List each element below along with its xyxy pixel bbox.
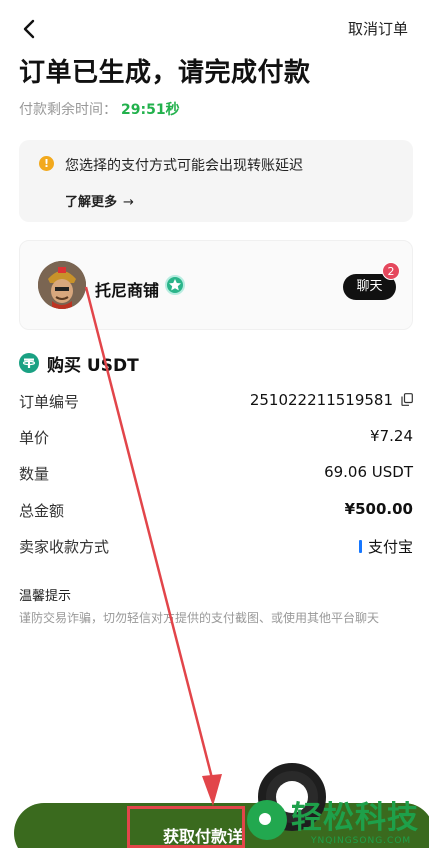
order-id-text: 251022211519581 bbox=[249, 391, 393, 409]
total-label: 总金额 bbox=[19, 502, 65, 520]
order-title: 购买 USDT bbox=[47, 356, 139, 376]
tips-title: 温馨提示 bbox=[19, 589, 72, 604]
quantity-label: 数量 bbox=[19, 465, 50, 483]
copy-icon[interactable] bbox=[401, 393, 413, 406]
order-row-total: 总金额 ¥500.00 bbox=[19, 500, 413, 524]
order-row-quantity: 数量 69.06 USDT bbox=[19, 463, 413, 487]
watermark-name: 轻松科技 bbox=[291, 800, 419, 836]
unread-badge: 2 bbox=[382, 262, 400, 280]
page-title: 订单已生成，请完成付款 bbox=[19, 58, 311, 88]
notice-message: 您选择的支付方式可能会出现转账延迟 bbox=[65, 158, 303, 174]
warning-icon: ! bbox=[39, 156, 54, 171]
tips-body: 谨防交易诈骗，切勿轻信对方提供的支付截图、或使用其他平台聊天 bbox=[19, 611, 380, 625]
learn-more-link[interactable]: 了解更多 → bbox=[65, 191, 134, 210]
timer-value: 29:51秒 bbox=[121, 102, 180, 118]
order-row-payment-method: 卖家收款方式 支付宝 bbox=[19, 536, 413, 560]
order-row-price: 单价 ¥7.24 bbox=[19, 427, 413, 451]
arrow-right-icon: → bbox=[123, 195, 134, 210]
back-arrow-icon[interactable] bbox=[20, 18, 40, 40]
annotation-arrow-head bbox=[202, 774, 222, 806]
seller-name[interactable]: 托尼商铺 bbox=[95, 277, 159, 301]
payment-method-text: 支付宝 bbox=[367, 538, 413, 556]
order-id-label: 订单编号 bbox=[19, 393, 80, 411]
get-payment-details-label: 获取付款详 bbox=[163, 827, 244, 846]
order-id-value: 251022211519581 bbox=[250, 391, 413, 409]
timer-label: 付款剩余时间： bbox=[19, 102, 117, 118]
total-value: ¥500.00 bbox=[344, 500, 413, 518]
watermark: 轻松科技 YNQINGSONG.COM bbox=[243, 800, 429, 848]
payment-method-label: 卖家收款方式 bbox=[19, 538, 110, 556]
payment-timer: 付款剩余时间： 29:51秒 bbox=[19, 99, 180, 119]
unit-price-label: 单价 bbox=[19, 429, 50, 447]
alipay-indicator bbox=[358, 540, 362, 553]
quantity-value: 69.06 USDT bbox=[324, 463, 413, 481]
get-payment-details-button[interactable]: 获取付款详 bbox=[127, 806, 245, 848]
learn-more-label: 了解更多 bbox=[65, 195, 118, 210]
cancel-order-button[interactable]: 取消订单 bbox=[348, 18, 408, 39]
annotation-arrow bbox=[84, 286, 222, 806]
watermark-logo-icon bbox=[247, 800, 287, 840]
usdt-icon bbox=[19, 353, 39, 373]
top-bar: 取消订单 bbox=[0, 0, 429, 56]
payment-method-value: 支付宝 bbox=[358, 536, 413, 557]
verified-badge-icon bbox=[165, 275, 185, 295]
order-row-id: 订单编号 251022211519581 bbox=[19, 391, 413, 415]
watermark-url: YNQINGSONG.COM bbox=[311, 836, 412, 846]
seller-card: 托尼商铺 聊天 2 bbox=[19, 240, 413, 330]
seller-avatar[interactable] bbox=[38, 261, 86, 309]
avatar-image bbox=[38, 261, 86, 309]
unit-price-value: ¥7.24 bbox=[370, 427, 413, 445]
delay-notice: ! 您选择的支付方式可能会出现转账延迟 了解更多 → bbox=[19, 140, 413, 222]
